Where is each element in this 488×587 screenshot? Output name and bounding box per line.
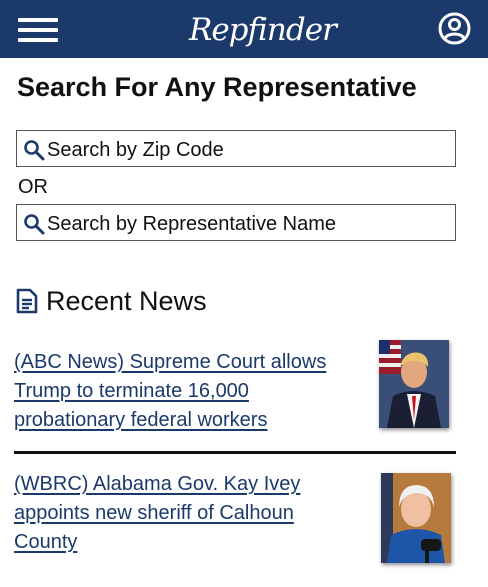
recent-news-label: Recent News <box>46 286 207 316</box>
app-logo[interactable]: Repfinder <box>189 8 337 52</box>
zip-code-search-input[interactable]: Search by Zip Code <box>16 130 456 167</box>
account-circle-icon[interactable] <box>438 12 471 45</box>
name-search-placeholder: Search by Representative Name <box>47 213 337 235</box>
article-icon <box>16 288 38 314</box>
menu-line <box>18 28 58 32</box>
search-icon <box>24 140 45 161</box>
news-article-link[interactable]: (ABC News) Supreme Court allows Trump to… <box>14 348 358 435</box>
page-title: Search For Any Representative <box>17 72 417 102</box>
menu-line <box>18 18 58 22</box>
search-icon <box>24 214 45 235</box>
or-separator-label: OR <box>18 176 48 198</box>
news-article-link[interactable]: (WBRC) Alabama Gov. Kay Ivey appoints ne… <box>14 470 358 557</box>
menu-line <box>18 38 58 42</box>
news-thumbnail-image[interactable] <box>381 473 451 563</box>
top-navigation-bar: Repfinder <box>0 0 488 58</box>
news-thumbnail-image[interactable] <box>379 340 449 428</box>
news-divider <box>14 451 456 454</box>
representative-name-search-input[interactable]: Search by Representative Name <box>16 204 456 241</box>
zip-search-placeholder: Search by Zip Code <box>47 139 224 161</box>
hamburger-menu-icon[interactable] <box>18 15 58 45</box>
